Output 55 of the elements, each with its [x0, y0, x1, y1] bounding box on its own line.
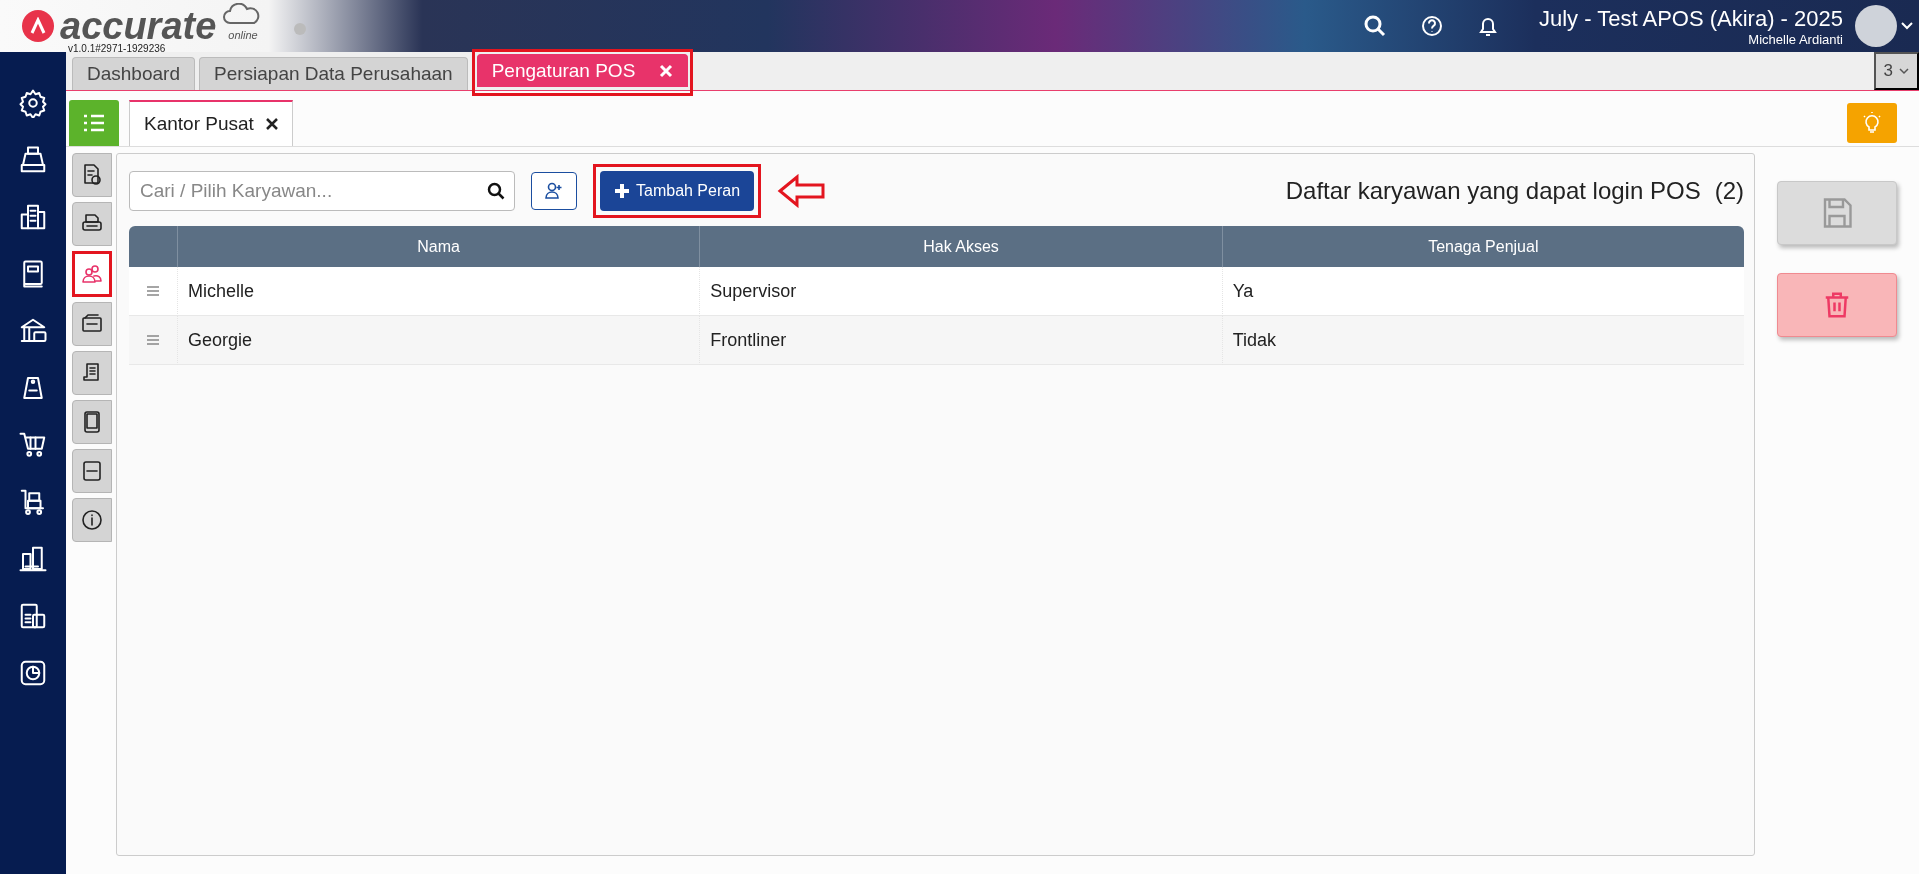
column-header: Nama	[177, 226, 700, 267]
add-user-icon	[544, 181, 564, 201]
add-role-button[interactable]: Tambah Peran	[600, 171, 755, 211]
side-tab[interactable]	[72, 400, 112, 444]
side-tab[interactable]	[72, 351, 112, 395]
tab[interactable]: Dashboard	[72, 57, 195, 90]
plus-icon	[614, 183, 630, 199]
table-cell: Ya	[1221, 267, 1744, 316]
nav-tax-icon[interactable]	[18, 601, 48, 631]
side-tab[interactable]	[72, 302, 112, 346]
status-dot	[293, 23, 306, 35]
pointer-arrow-drawing	[777, 174, 828, 208]
table-cell: Michelle	[177, 267, 700, 316]
side-tab[interactable]	[72, 202, 112, 246]
side-tab[interactable]	[72, 498, 112, 542]
nav-gear-icon[interactable]	[18, 88, 48, 118]
lightbulb-icon	[1862, 111, 1882, 134]
caret-icon	[1899, 67, 1909, 75]
logo-text: accurate	[60, 7, 217, 45]
table-cell: Supervisor	[699, 267, 1222, 316]
caret-icon[interactable]	[1901, 22, 1913, 30]
nav-cart-icon[interactable]	[18, 430, 48, 460]
nav-report-icon[interactable]	[18, 658, 48, 688]
company-title: July - Test APOS (Akira) - 2025	[1538, 5, 1843, 32]
table-header-cell	[129, 226, 177, 267]
table-cell: Frontliner	[699, 316, 1222, 365]
list-icon	[83, 113, 105, 133]
logo-icon	[22, 10, 54, 42]
search-icon[interactable]	[1362, 14, 1387, 38]
info-icon	[80, 508, 104, 532]
user-name: Michelle Ardianti	[1748, 31, 1843, 47]
add-user-button[interactable]	[531, 172, 577, 210]
table-cell: Tidak	[1221, 316, 1744, 365]
nav-building-icon[interactable]	[18, 202, 48, 232]
help-icon[interactable]	[1420, 15, 1443, 37]
drag-handle-icon[interactable]	[147, 286, 159, 296]
table-cell: Georgie	[177, 316, 700, 365]
list-count: (2)	[1714, 177, 1744, 205]
search-icon[interactable]	[487, 182, 505, 200]
column-header: Tenaga Penjual	[1221, 226, 1744, 267]
side-tab[interactable]	[72, 449, 112, 493]
search-field[interactable]: Cari / Pilih Karyawan...	[129, 171, 515, 211]
drag-handle-icon[interactable]	[147, 335, 159, 345]
tab-count-dropdown[interactable]: 3	[1873, 52, 1919, 90]
tab[interactable]: Persiapan Data Perusahaan	[198, 57, 468, 90]
users-icon	[80, 262, 104, 286]
list-title: Daftar karyawan yang dapat login POS	[1285, 177, 1701, 205]
tab[interactable]: Pengaturan POS	[476, 54, 689, 87]
branch-tab[interactable]: Kantor Pusat	[129, 100, 293, 146]
list-menu-button[interactable]	[69, 100, 119, 146]
close-icon[interactable]	[265, 118, 278, 130]
column-header: Hak Akses	[699, 226, 1222, 267]
avatar[interactable]	[1855, 5, 1897, 47]
logo-subtitle: online	[228, 29, 258, 41]
side-tab[interactable]	[72, 153, 112, 197]
